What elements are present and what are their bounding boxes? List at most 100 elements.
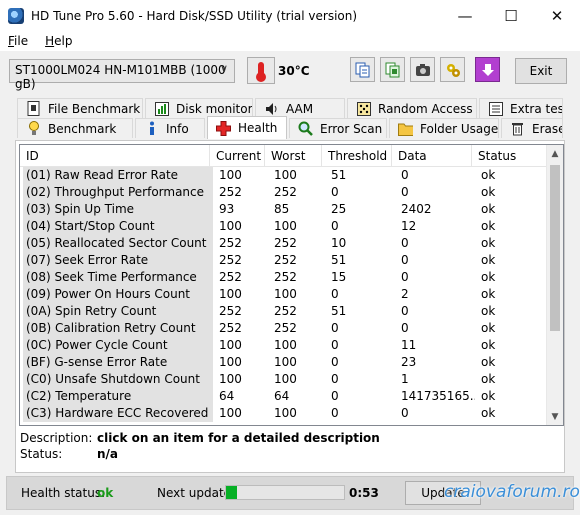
cell-worst: 252 xyxy=(274,253,297,267)
cell-current: 64 xyxy=(219,389,235,403)
cell-id: (01) Raw Read Error Rate xyxy=(23,167,213,184)
extra-tests-icon xyxy=(488,101,503,116)
tab-file-benchmark[interactable]: File Benchmark xyxy=(17,98,143,118)
table-header: ID Current Worst Threshold Data Status xyxy=(20,145,563,167)
screenshot-button[interactable] xyxy=(410,57,435,82)
minimize-button[interactable]: — xyxy=(442,0,488,31)
table-row[interactable]: (0C) Power Cycle Count 100 100 0 11 ok xyxy=(20,337,563,354)
cell-threshold: 0 xyxy=(331,338,339,352)
maximize-button[interactable]: ☐ xyxy=(488,0,534,31)
copy-text-button[interactable] xyxy=(350,57,375,82)
menu-file[interactable]: File xyxy=(0,34,37,48)
cell-worst: 100 xyxy=(274,287,297,301)
tab-benchmark[interactable]: Benchmark xyxy=(17,118,133,138)
menu-bar: File Help xyxy=(0,31,580,51)
scroll-up-icon[interactable]: ▲ xyxy=(547,145,563,162)
cell-threshold: 0 xyxy=(331,389,339,403)
table-row[interactable]: (0B) Calibration Retry Count 252 252 0 0 ok xyxy=(20,320,563,337)
cell-id: (07) Seek Error Rate xyxy=(23,252,213,269)
tab-disk-monitor[interactable]: Disk monitor xyxy=(145,98,253,118)
cell-status: ok xyxy=(481,236,496,250)
camera-icon xyxy=(415,63,430,76)
options-button[interactable] xyxy=(440,57,465,82)
tab-strip: File Benchmark Disk monitor AAM Random A… xyxy=(15,98,565,140)
tab-folder-usage[interactable]: Folder Usage xyxy=(389,118,499,138)
tab-error-scan[interactable]: Error Scan xyxy=(289,118,387,138)
table-row[interactable]: (08) Seek Time Performance 252 252 15 0 ok xyxy=(20,269,563,286)
cell-current: 100 xyxy=(219,406,242,420)
cell-id: (C3) Hardware ECC Recovered xyxy=(23,405,213,422)
column-header-id[interactable]: ID xyxy=(20,145,210,167)
app-disk-icon xyxy=(8,7,24,24)
drive-select-value: ST1000LM024 HN-M101MBB (1000 gB) xyxy=(15,63,226,91)
table-row[interactable]: (05) Reallocated Sector Count 252 252 10 0 ok xyxy=(20,235,563,252)
copy-screenshot-button[interactable] xyxy=(380,57,405,82)
column-header-threshold[interactable]: Threshold xyxy=(322,145,392,167)
cell-current: 252 xyxy=(219,253,242,267)
cell-status: ok xyxy=(481,287,496,301)
table-row[interactable]: (C2) Temperature 64 64 0 141735165... ok xyxy=(20,388,563,405)
magnifier-icon xyxy=(298,121,313,136)
speaker-icon xyxy=(264,101,279,116)
table-row[interactable]: (0A) Spin Retry Count 252 252 51 0 ok xyxy=(20,303,563,320)
table-row[interactable]: (03) Spin Up Time 93 85 25 2402 ok xyxy=(20,201,563,218)
progress-fill xyxy=(226,486,237,499)
table-row[interactable]: (01) Raw Read Error Rate 100 100 51 0 ok xyxy=(20,167,563,184)
cell-threshold: 51 xyxy=(331,253,347,267)
save-button[interactable] xyxy=(475,57,500,82)
cell-id: (0C) Power Cycle Count xyxy=(23,337,213,354)
copy-text-icon xyxy=(355,62,369,77)
exit-button[interactable]: Exit xyxy=(515,58,567,84)
tab-info[interactable]: Info xyxy=(135,118,205,138)
cell-threshold: 0 xyxy=(331,185,339,199)
menu-help[interactable]: Help xyxy=(37,34,81,48)
drive-select[interactable]: ST1000LM024 HN-M101MBB (1000 gB) ∨ xyxy=(9,59,235,91)
scroll-down-icon[interactable]: ▼ xyxy=(547,408,563,425)
tab-extra-tests[interactable]: Extra tests xyxy=(479,98,563,118)
copy-image-icon xyxy=(385,62,399,77)
tab-health[interactable]: Health xyxy=(207,116,287,139)
temperature-readout: 30°C xyxy=(278,64,310,78)
tab-erase[interactable]: Erase xyxy=(501,118,563,138)
column-header-current[interactable]: Current xyxy=(210,145,265,167)
table-row[interactable]: (04) Start/Stop Count 100 100 0 12 ok xyxy=(20,218,563,235)
health-status-value: ok xyxy=(97,486,114,500)
table-row[interactable]: (07) Seek Error Rate 252 252 51 0 ok xyxy=(20,252,563,269)
cell-status: ok xyxy=(481,304,496,318)
next-update-time: 0:53 xyxy=(349,486,379,500)
cell-status: ok xyxy=(481,338,496,352)
lightbulb-icon xyxy=(26,121,41,136)
cell-data: 141735165... xyxy=(401,389,475,403)
cell-threshold: 0 xyxy=(331,355,339,369)
download-arrow-icon xyxy=(481,63,494,76)
table-row[interactable]: (02) Throughput Performance 252 252 0 0 ok xyxy=(20,184,563,201)
column-header-data[interactable]: Data xyxy=(392,145,472,167)
next-update-label: Next update: xyxy=(157,486,236,500)
table-row[interactable]: (C3) Hardware ECC Recovered 100 100 0 0 ok xyxy=(20,405,563,422)
cell-data: 23 xyxy=(401,355,417,369)
cell-current: 100 xyxy=(219,287,242,301)
cell-status: ok xyxy=(481,202,496,216)
tab-aam[interactable]: AAM xyxy=(255,98,345,118)
health-status-label: Health status: xyxy=(21,486,106,500)
scrollbar-thumb[interactable] xyxy=(550,165,560,331)
cell-data: 0 xyxy=(401,236,409,250)
column-header-status[interactable]: Status xyxy=(472,145,547,167)
cell-threshold: 0 xyxy=(331,321,339,335)
cell-threshold: 25 xyxy=(331,202,347,216)
cell-worst: 252 xyxy=(274,321,297,335)
temperature-button[interactable] xyxy=(247,57,275,84)
close-button[interactable]: ✕ xyxy=(534,0,580,31)
table-row[interactable]: (09) Power On Hours Count 100 100 0 2 ok xyxy=(20,286,563,303)
tab-random-access[interactable]: Random Access xyxy=(347,98,477,118)
cell-status: ok xyxy=(481,372,496,386)
toolbar: ST1000LM024 HN-M101MBB (1000 gB) ∨ 30°C … xyxy=(0,51,580,93)
cell-threshold: 0 xyxy=(331,219,339,233)
cell-data: 2402 xyxy=(401,202,432,216)
table-row[interactable]: (BF) G-sense Error Rate 100 100 0 23 ok xyxy=(20,354,563,371)
table-row[interactable]: (C0) Unsafe Shutdown Count 100 100 0 1 ok xyxy=(20,371,563,388)
health-cross-icon xyxy=(216,120,231,136)
vertical-scrollbar[interactable]: ▲ ▼ xyxy=(546,145,563,425)
column-header-worst[interactable]: Worst xyxy=(265,145,322,167)
cell-worst: 100 xyxy=(274,168,297,182)
